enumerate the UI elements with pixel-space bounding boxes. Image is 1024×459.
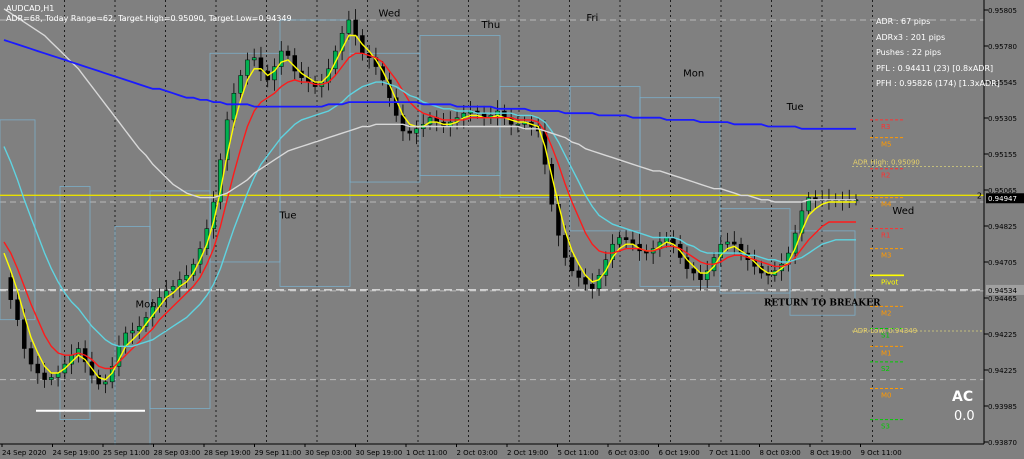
candle-body <box>28 348 34 365</box>
x-tick-label: 29 Sep 11:00 <box>255 449 302 457</box>
candle-body <box>170 286 176 292</box>
day-label: Wed <box>379 9 401 20</box>
y-tick-label: 0.94225 <box>988 367 1017 375</box>
x-tick-label: 28 Sep 03:00 <box>154 449 201 457</box>
level-label: S3 <box>881 423 890 431</box>
candle-body <box>346 19 352 34</box>
x-tick-label: 9 Oct 11:00 <box>861 449 902 457</box>
price-chart[interactable]: 2 R3M5R2M4R1M3PivotM2S1M1S2M0S3ADR High:… <box>0 0 1024 459</box>
candle-body <box>251 57 257 61</box>
price-tag-label: 0.94534 <box>988 287 1017 295</box>
x-tick-label: 24 Sep 2020 <box>2 449 46 457</box>
day-label: Mon <box>683 69 704 80</box>
candle-body <box>583 277 588 285</box>
info-line: PFH : 0.95826 (174) [1.3xADR] <box>876 79 1000 88</box>
level-label: R2 <box>881 172 890 180</box>
level-label: M2 <box>881 309 892 317</box>
level-label: M1 <box>881 349 892 357</box>
day-label: Fri <box>586 13 598 24</box>
candle-body <box>590 283 595 289</box>
adr-low-label: ADR Low: 0.94349 <box>853 327 917 335</box>
return-to-breaker-label: RETURN TO BREAKER <box>764 298 881 308</box>
x-tick-label: 8 Oct 19:00 <box>810 449 851 457</box>
candle-body <box>562 235 568 258</box>
info-line: ADR : 67 pips <box>876 17 930 26</box>
candle-body <box>623 237 629 241</box>
candle-body <box>245 59 250 76</box>
x-tick-label: 6 Oct 19:00 <box>659 449 700 457</box>
x-tick-label: 2 Oct 03:00 <box>457 449 498 457</box>
day-label: Tue <box>786 102 804 113</box>
x-tick-label: 30 Sep 19:00 <box>356 449 403 457</box>
day-label: Tue <box>278 211 296 222</box>
level-label: R3 <box>881 123 890 131</box>
y-tick-label: 0.93870 <box>988 439 1017 447</box>
candle-body <box>49 377 54 380</box>
x-tick-label: 7 Oct 11:00 <box>709 449 750 457</box>
info-line: Pushes : 22 pips <box>876 48 941 57</box>
day-label: Thu <box>480 20 500 31</box>
x-tick-label: 1 Oct 11:00 <box>406 449 447 457</box>
candle-body <box>515 124 521 126</box>
candle-body <box>285 50 291 56</box>
level-label: R1 <box>881 232 890 240</box>
level-marker: 2 <box>977 191 982 200</box>
y-tick-label: 0.94225 <box>988 331 1017 339</box>
candle-body <box>617 237 622 245</box>
ac-label: AC <box>952 389 973 405</box>
adr-high-label: ADR High: 0.95090 <box>853 159 920 167</box>
header-stats: ADR=68, Today Range=62, Target High=0.95… <box>6 14 292 23</box>
price-tag-label: 0.94947 <box>988 195 1017 203</box>
x-tick-label: 5 Oct 11:00 <box>558 449 599 457</box>
level-label: M5 <box>881 141 892 149</box>
y-tick-label: 0.95155 <box>988 151 1017 159</box>
x-tick-label: 8 Oct 03:00 <box>760 449 801 457</box>
candle-body <box>353 19 358 36</box>
y-tick-label: 0.94705 <box>988 259 1017 267</box>
y-tick-label: 0.93985 <box>988 403 1017 411</box>
candle-body <box>103 381 108 385</box>
candle-body <box>76 348 81 356</box>
info-line: ADRx3 : 201 pips <box>876 33 945 42</box>
candle-body <box>569 257 575 272</box>
chart-root: 2 R3 M5 R2 M4 R1 M3 Pivot M2 S1 M1 S2 M0 S3 ADR High:… <box>0 0 1024 459</box>
x-tick-label: 24 Sep 19:00 <box>53 449 100 457</box>
candle-body <box>576 270 582 278</box>
y-tick-label: 0.95780 <box>988 43 1017 51</box>
candle-body <box>414 128 419 134</box>
candle-body <box>407 130 412 134</box>
candle-body <box>231 92 237 121</box>
level-label: M3 <box>881 252 892 260</box>
candle-body <box>130 330 135 334</box>
x-tick-label: 25 Sep 11:00 <box>103 449 150 457</box>
level-label: M0 <box>881 392 892 400</box>
y-tick-label: 0.94825 <box>988 223 1017 231</box>
day-label: Mon <box>135 299 156 310</box>
symbol-title: AUDCAD,H1 <box>6 4 54 13</box>
level-label: M4 <box>881 201 892 209</box>
y-tick-label: 0.95305 <box>988 115 1017 123</box>
day-label: Wed <box>892 206 914 217</box>
candle-body <box>15 299 20 320</box>
x-tick-label: 6 Oct 03:00 <box>608 449 649 457</box>
candle-body <box>725 241 730 245</box>
level-label: Pivot <box>881 278 898 286</box>
candle-body <box>691 268 696 274</box>
candle-body <box>698 272 703 280</box>
x-tick-label: 28 Sep 19:00 <box>204 449 251 457</box>
candle-body <box>22 319 27 349</box>
candle-body <box>42 372 47 380</box>
candle-body <box>238 75 243 94</box>
candle-body <box>35 363 41 374</box>
info-line: PFL : 0.94411 (23) [0.8xADR] <box>876 64 993 73</box>
candle-body <box>8 277 14 300</box>
y-tick-label: 0.94465 <box>988 295 1017 303</box>
x-tick-label: 30 Sep 03:00 <box>305 449 352 457</box>
candle-body <box>732 241 737 245</box>
y-tick-label: 0.95805 <box>988 7 1017 15</box>
ac-value: 0.0 <box>954 409 975 424</box>
x-tick-label: 2 Oct 19:00 <box>507 449 548 457</box>
level-label: S2 <box>881 365 890 373</box>
